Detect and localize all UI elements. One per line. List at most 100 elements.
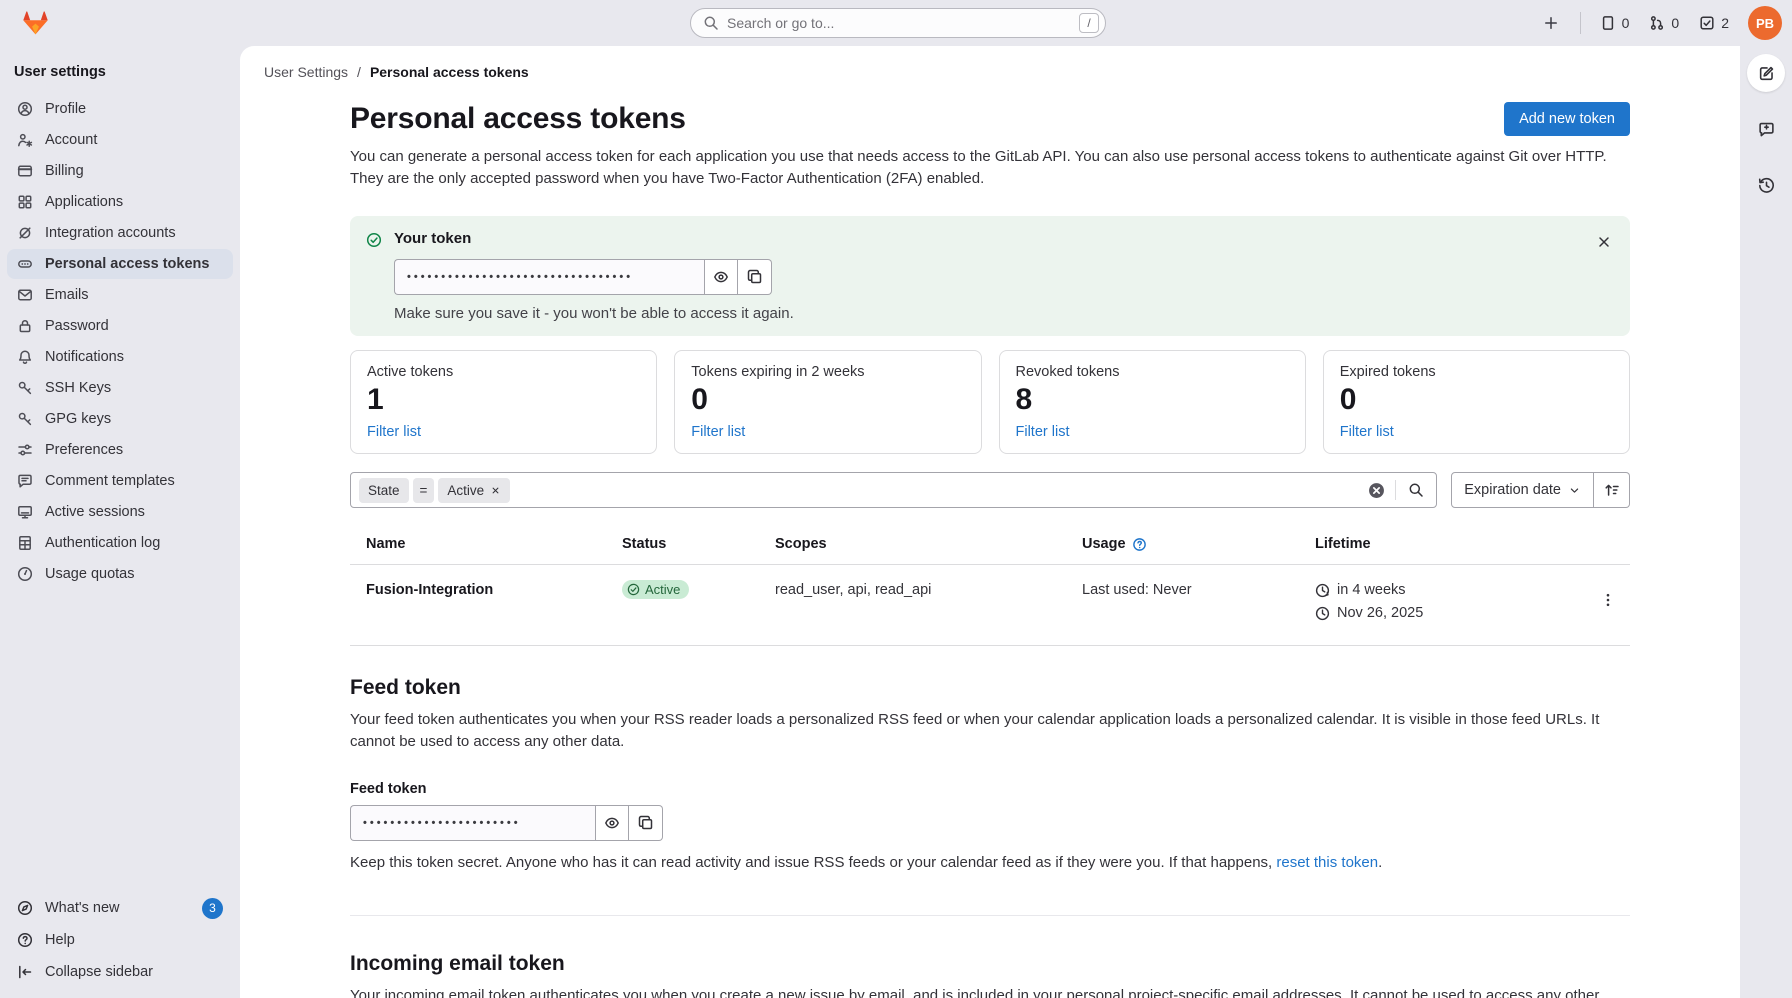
- avatar[interactable]: PB: [1748, 6, 1782, 40]
- sidebar-item-usage-quotas[interactable]: Usage quotas: [7, 559, 233, 589]
- feed-token-field[interactable]: •••••••••••••••••••••••: [350, 805, 595, 841]
- collapse-sidebar-button[interactable]: Collapse sidebar: [7, 956, 233, 988]
- sidebar-item-billing[interactable]: Billing: [7, 156, 233, 186]
- dismiss-alert-button[interactable]: [1590, 228, 1618, 256]
- sidebar-item-password[interactable]: Password: [7, 311, 233, 341]
- bell-icon: [17, 349, 33, 365]
- whats-new-button[interactable]: What's new 3: [7, 892, 233, 924]
- reset-feed-token-link[interactable]: reset this token: [1276, 854, 1378, 871]
- todos-button[interactable]: 2: [1694, 11, 1734, 35]
- todo-check-icon: [1699, 15, 1715, 31]
- create-new-button[interactable]: [1536, 8, 1566, 38]
- history-button[interactable]: [1747, 166, 1785, 204]
- copy-feed-token-button[interactable]: [629, 805, 663, 841]
- filter-list-link[interactable]: Filter list: [691, 424, 745, 440]
- sidebar-item-emails[interactable]: Emails: [7, 280, 233, 310]
- feed-token-note: Keep this token secret. Anyone who has i…: [350, 854, 1630, 871]
- remove-filter-icon[interactable]: [490, 485, 501, 496]
- copy-token-button[interactable]: [738, 259, 772, 295]
- filter-chip-operator[interactable]: =: [413, 478, 435, 503]
- clear-search-button[interactable]: [1366, 480, 1387, 501]
- sliders-icon: [17, 442, 33, 458]
- key-icon: [17, 411, 33, 427]
- clear-circle-icon: [1368, 482, 1385, 499]
- stat-card-expiring: Tokens expiring in 2 weeks 0 Filter list: [674, 350, 981, 454]
- breadcrumb-user-settings[interactable]: User Settings: [264, 64, 348, 80]
- sidebar-item-account[interactable]: Account: [7, 125, 233, 155]
- issues-button[interactable]: 0: [1595, 11, 1635, 35]
- edit-button[interactable]: [1747, 54, 1785, 92]
- sidebar-item-notifications[interactable]: Notifications: [7, 342, 233, 372]
- top-bar: / 0 0 2 PB: [0, 0, 1792, 46]
- filtered-search-input[interactable]: State = Active: [350, 472, 1437, 508]
- sidebar-item-applications[interactable]: Applications: [7, 187, 233, 217]
- settings-sidebar: User settings Profile Account Billing Ap…: [0, 46, 240, 998]
- sort-direction-button[interactable]: [1594, 472, 1630, 508]
- monitor-icon: [17, 504, 33, 520]
- sort-field-dropdown[interactable]: Expiration date: [1451, 472, 1594, 508]
- search-shortcut-key: /: [1079, 13, 1099, 33]
- pencil-square-icon: [1758, 65, 1775, 82]
- comment-plus-icon: [1758, 121, 1775, 138]
- issues-count: 0: [1622, 15, 1630, 31]
- feed-token-description: Your feed token authenticates you when y…: [350, 709, 1630, 753]
- token-lifetime: in 4 weeks Nov 26, 2025: [1315, 582, 1582, 628]
- sidebar-item-ssh-keys[interactable]: SSH Keys: [7, 373, 233, 403]
- sidebar-nav: Profile Account Billing Applications Int…: [0, 94, 240, 590]
- reveal-feed-token-button[interactable]: [595, 805, 629, 841]
- token-name: Fusion-Integration: [366, 582, 622, 598]
- collapse-icon: [17, 964, 33, 980]
- feed-token-section: Feed token Your feed token authenticates…: [350, 676, 1630, 871]
- sidebar-item-authentication-log[interactable]: Authentication log: [7, 528, 233, 558]
- merge-requests-button[interactable]: 0: [1644, 11, 1684, 35]
- clock-icon: [1315, 606, 1330, 621]
- copy-icon: [747, 269, 763, 285]
- merge-request-icon: [1649, 15, 1665, 31]
- check-circle-icon: [366, 232, 382, 248]
- new-token-field[interactable]: •••••••••••••••••••••••••••••••••: [394, 259, 704, 295]
- sidebar-item-personal-access-tokens[interactable]: Personal access tokens: [7, 249, 233, 279]
- token-created-alert: Your token •••••••••••••••••••••••••••••…: [350, 216, 1630, 336]
- eye-icon: [713, 269, 729, 285]
- global-search[interactable]: /: [690, 8, 1106, 38]
- key-icon: [17, 380, 33, 396]
- filter-chip-key[interactable]: State: [359, 478, 409, 503]
- token-stats: Active tokens 1 Filter list Tokens expir…: [350, 350, 1630, 454]
- chevron-down-icon: [1568, 484, 1581, 497]
- merge-requests-count: 0: [1671, 15, 1679, 31]
- incoming-email-token-heading: Incoming email token: [350, 952, 1630, 976]
- sidebar-item-profile[interactable]: Profile: [7, 94, 233, 124]
- breadcrumb-current: Personal access tokens: [370, 64, 529, 80]
- sidebar-item-comment-templates[interactable]: Comment templates: [7, 466, 233, 496]
- tokens-table: Name Status Scopes Usage Lifetime Fusion…: [350, 524, 1630, 646]
- filter-list-link[interactable]: Filter list: [1016, 424, 1070, 440]
- check-circle-icon: [627, 583, 640, 596]
- envelope-icon: [17, 287, 33, 303]
- page-title: Personal access tokens: [350, 102, 686, 136]
- filter-bar: State = Active Expiration date: [350, 472, 1630, 508]
- gitlab-logo[interactable]: [22, 10, 49, 36]
- close-icon: [1596, 234, 1612, 250]
- row-actions-menu-button[interactable]: [1592, 584, 1624, 616]
- feed-token-label: Feed token: [350, 781, 1630, 797]
- help-button[interactable]: Help: [7, 924, 233, 956]
- filter-list-link[interactable]: Filter list: [367, 424, 421, 440]
- search-input[interactable]: [727, 15, 1071, 31]
- sidebar-footer: What's new 3 Help Collapse sidebar: [0, 892, 240, 988]
- add-new-token-button[interactable]: Add new token: [1504, 102, 1630, 136]
- divider: [1395, 480, 1396, 500]
- sidebar-item-preferences[interactable]: Preferences: [7, 435, 233, 465]
- topbar-actions: 0 0 2 PB: [1536, 6, 1792, 40]
- stat-card-active: Active tokens 1 Filter list: [350, 350, 657, 454]
- reveal-token-button[interactable]: [704, 259, 738, 295]
- apply-search-button[interactable]: [1404, 478, 1428, 502]
- filter-list-link[interactable]: Filter list: [1340, 424, 1394, 440]
- sort-ascending-icon: [1604, 482, 1620, 498]
- filter-chip-value[interactable]: Active: [438, 478, 510, 503]
- add-comment-button[interactable]: [1747, 110, 1785, 148]
- sidebar-item-gpg-keys[interactable]: GPG keys: [7, 404, 233, 434]
- sidebar-item-active-sessions[interactable]: Active sessions: [7, 497, 233, 527]
- sidebar-item-integration-accounts[interactable]: Integration accounts: [7, 218, 233, 248]
- whats-new-badge: 3: [202, 898, 223, 919]
- usage-help-icon[interactable]: [1132, 537, 1147, 552]
